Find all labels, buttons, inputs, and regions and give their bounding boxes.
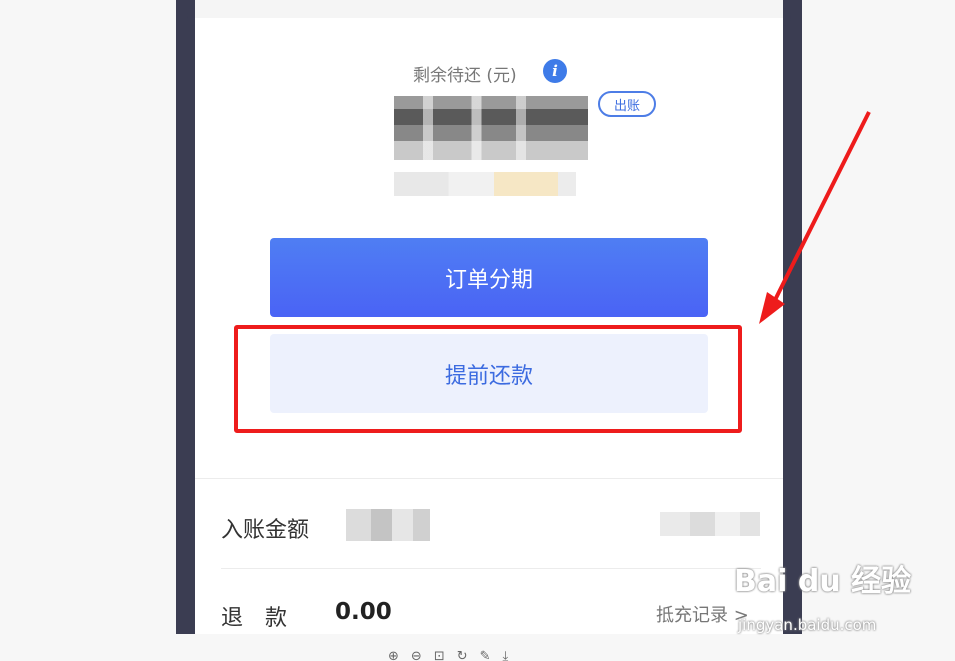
watermark-sub: jingyan.baidu.com — [738, 616, 877, 634]
info-icon[interactable]: i — [543, 59, 567, 83]
offset-record-link[interactable]: 抵充记录 > — [656, 601, 749, 627]
remaining-amount-blurred — [394, 96, 588, 160]
zoom-out-icon[interactable]: ⊖ — [411, 649, 422, 661]
edit-icon[interactable]: ✎ — [480, 649, 491, 661]
card-top-strip — [195, 0, 783, 18]
baidu-watermark: Bai du 经验 jingyan.baidu.com — [734, 556, 912, 634]
watermark-main: Bai du 经验 — [734, 564, 912, 599]
status-badge: 出账 — [598, 91, 656, 117]
fit-icon[interactable]: ⊡ — [434, 649, 445, 661]
refund-value: 0.00 — [335, 599, 392, 625]
download-icon[interactable]: ⤓ — [503, 649, 509, 661]
posted-amount-blurred — [346, 509, 430, 541]
due-date-blurred — [394, 172, 576, 196]
zoom-in-icon[interactable]: ⊕ — [388, 649, 399, 661]
installment-button[interactable]: 订单分期 — [270, 238, 708, 317]
row-divider — [221, 568, 761, 569]
remaining-label: 剩余待还 (元) — [413, 66, 517, 86]
refund-label: 退 款 — [221, 606, 288, 631]
rotate-icon[interactable]: ↻ — [457, 649, 468, 661]
posted-amount-right-blurred — [660, 512, 760, 536]
viewer-toolbar: ⊕ ⊖ ⊡ ↻ ✎ ⤓ — [388, 649, 508, 661]
prepay-button[interactable]: 提前还款 — [270, 334, 708, 413]
annotation-arrow — [759, 111, 871, 324]
section-divider — [195, 478, 783, 479]
posted-amount-label: 入账金额 — [221, 518, 310, 543]
